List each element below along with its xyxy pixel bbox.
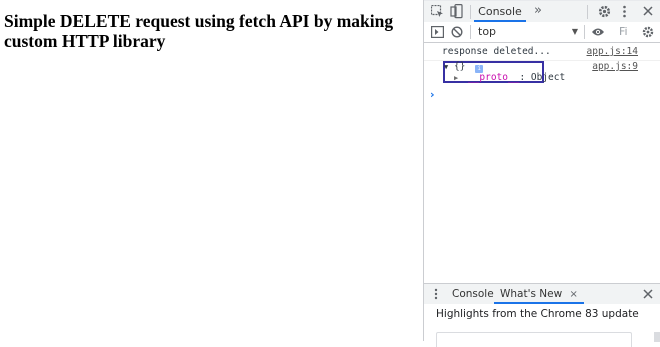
object-property-row[interactable]: ▶ __proto__: Object [454,72,565,83]
console-output: response deleted... app.js:14 ▼ {} i ▶ _… [424,43,660,283]
toolbar-separator [470,5,471,19]
eye-icon[interactable] [591,27,605,37]
tab-close-icon[interactable]: × [570,289,578,300]
settings-gear-icon[interactable] [598,5,611,18]
proto-key: __proto__ [467,72,520,83]
drawer-menu-icon[interactable] [434,288,438,300]
tab-console-label: Console [478,5,522,18]
expand-triangle-icon: ▼ [444,63,449,71]
collapse-triangle-icon: ▶ [454,74,459,82]
page-heading: Simple DELETE request using fetch API by… [4,11,394,51]
dropdown-arrow-icon: ▼ [571,27,578,36]
whats-new-card[interactable] [436,332,632,347]
console-settings-icon[interactable] [642,26,654,38]
whats-new-panel: Highlights from the Chrome 83 update [424,304,660,347]
console-filter-bar: top ▼ Fi [424,22,660,43]
proto-separator: : [519,72,531,83]
filter-input[interactable]: Fi [619,23,633,41]
devtools-panel: Console » top ▼ Fi response deleted... a… [423,0,660,347]
kebab-menu-icon[interactable] [622,5,627,18]
web-page: Simple DELETE request using fetch API by… [0,0,423,341]
object-preview: {} [453,61,466,72]
whats-new-heading: Highlights from the Chrome 83 update [436,308,639,320]
filterbar-separator [470,25,471,39]
drawer-tab-whats-new-label: What's New [500,288,563,300]
drawer-close-icon[interactable] [643,289,653,299]
drawer-tab-console[interactable]: Console [452,284,494,304]
console-message-text: response deleted... [442,46,551,57]
filterbar-separator [584,25,585,39]
console-message-source-link[interactable]: app.js:9 [592,61,638,72]
console-prompt-icon[interactable]: › [430,88,435,101]
sidebar-toggle-icon[interactable] [431,26,444,38]
proto-value: Object [530,72,566,83]
close-icon[interactable] [643,6,653,16]
drawer-tab-whats-new[interactable]: What's New × [494,284,584,304]
console-object-message: ▼ {} i ▶ __proto__: Object app.js:9 [424,60,660,86]
execution-context-value: top [478,25,497,38]
console-message: response deleted... app.js:14 [424,46,660,61]
drawer-toolbar: Console What's New × [424,283,660,305]
device-toolbar-icon[interactable] [450,4,463,19]
devtools-main-toolbar: Console » [424,1,660,23]
drawer-tab-console-label: Console [452,288,494,300]
console-message-source-link[interactable]: app.js:14 [587,46,638,57]
tab-console[interactable]: Console [474,1,526,22]
more-tabs-button[interactable]: » [531,1,545,22]
clear-console-icon[interactable] [451,26,463,38]
inspect-element-icon[interactable] [431,5,444,18]
toolbar-separator [587,5,588,19]
execution-context-select[interactable]: top ▼ [474,23,578,41]
